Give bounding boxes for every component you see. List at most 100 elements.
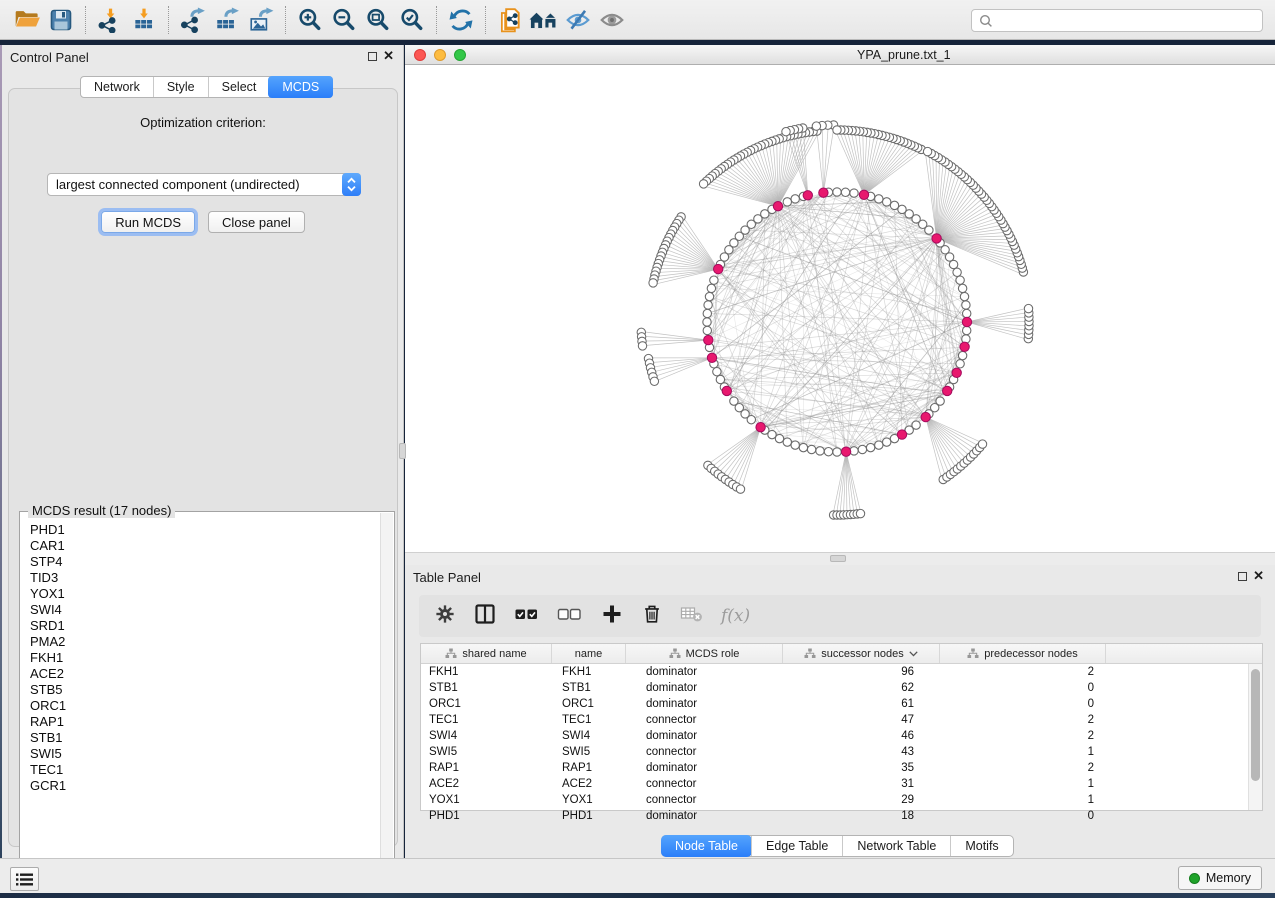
mcds-result-item[interactable]: ACE2	[21, 666, 379, 682]
column-header-mcds-role[interactable]: MCDS role	[626, 644, 783, 663]
mcds-result-item[interactable]: STP4	[21, 554, 379, 570]
zoom-fit-icon	[365, 7, 391, 33]
table-row[interactable]: SWI4SWI4dominator462	[421, 728, 1262, 744]
tab-network-table[interactable]: Network Table	[842, 836, 950, 856]
mcds-result-item[interactable]: STB5	[21, 682, 379, 698]
column-header-shared-name[interactable]: shared name	[421, 644, 552, 663]
table-cell: 0	[940, 808, 1106, 824]
show-panels-list-button[interactable]	[10, 867, 39, 891]
table-row[interactable]: STB1STB1dominator620	[421, 680, 1262, 696]
import-table-icon	[131, 7, 157, 33]
sort-chevron-icon	[909, 651, 918, 657]
mcds-result-item[interactable]: TEC1	[21, 762, 379, 778]
table-scrollbar-thumb[interactable]	[1251, 669, 1260, 781]
float-panel-icon[interactable]	[1238, 572, 1247, 581]
select-all-columns-button[interactable]	[514, 603, 540, 630]
tab-node-table[interactable]: Node Table	[661, 835, 752, 857]
tab-network[interactable]: Network	[81, 77, 153, 97]
import-table-button[interactable]	[127, 4, 161, 36]
mcds-result-item[interactable]: PHD1	[21, 522, 379, 538]
tab-select[interactable]: Select	[208, 77, 270, 97]
hide-graphics-details-button[interactable]	[561, 4, 595, 36]
table-row[interactable]: FKH1FKH1dominator962	[421, 664, 1262, 680]
control-panel: Control Panel ✕ NetworkStyleSelectMCDS O…	[2, 45, 404, 858]
tab-edge-table[interactable]: Edge Table	[751, 836, 842, 856]
function-builder-button-disabled: f(x)	[721, 606, 750, 626]
table-scrollbar[interactable]	[1248, 664, 1262, 810]
table-row[interactable]: PHD1PHD1dominator180	[421, 808, 1262, 824]
node-table-header: shared namenameMCDS rolesuccessor nodesp…	[421, 644, 1262, 664]
main-toolbar	[0, 0, 1275, 40]
tab-mcds[interactable]: MCDS	[268, 76, 333, 98]
mcds-result-item[interactable]: STB1	[21, 730, 379, 746]
save-session-button[interactable]	[44, 4, 78, 36]
eye-slash-icon	[565, 7, 591, 33]
table-row[interactable]: SWI5SWI5connector431	[421, 744, 1262, 760]
tab-motifs[interactable]: Motifs	[950, 836, 1012, 856]
table-row[interactable]: ACE2ACE2connector311	[421, 776, 1262, 792]
column-header-successor-nodes[interactable]: successor nodes	[783, 644, 940, 663]
memory-button[interactable]: Memory	[1178, 866, 1262, 890]
export-table-icon	[214, 7, 240, 33]
maximize-window-icon[interactable]	[454, 49, 466, 61]
run-mcds-button[interactable]: Run MCDS	[101, 211, 195, 233]
table-settings-button[interactable]	[434, 603, 456, 630]
delete-column-button[interactable]	[641, 602, 663, 631]
apply-layout-refresh-button[interactable]	[444, 4, 478, 36]
horizontal-split-handle[interactable]	[830, 555, 846, 562]
mcds-result-scrollbar[interactable]	[380, 513, 393, 882]
network-canvas[interactable]	[405, 65, 1275, 552]
mcds-result-item[interactable]: SWI4	[21, 602, 379, 618]
unchecked-boxes-icon	[557, 603, 583, 625]
search-box[interactable]	[971, 9, 1263, 32]
show-graphics-details-button[interactable]	[595, 4, 629, 36]
open-folder-icon	[14, 7, 41, 32]
deselect-all-columns-button[interactable]	[557, 603, 583, 630]
column-header-name[interactable]: name	[552, 644, 626, 663]
table-cell: RAP1	[552, 760, 626, 776]
export-table-button[interactable]	[210, 4, 244, 36]
table-row[interactable]: YOX1YOX1connector291	[421, 792, 1262, 808]
table-row[interactable]: ORC1ORC1dominator610	[421, 696, 1262, 712]
mcds-result-item[interactable]: YOX1	[21, 586, 379, 602]
table-cell: 0	[940, 680, 1106, 696]
close-panel-icon[interactable]: ✕	[1253, 568, 1264, 584]
import-network-button[interactable]	[93, 4, 127, 36]
close-panel-button[interactable]: Close panel	[208, 211, 305, 233]
mcds-result-item[interactable]: ORC1	[21, 698, 379, 714]
export-network-button[interactable]	[176, 4, 210, 36]
search-input[interactable]	[998, 11, 1262, 30]
mcds-result-item[interactable]: SWI5	[21, 746, 379, 762]
table-row[interactable]: RAP1RAP1dominator352	[421, 760, 1262, 776]
zoom-in-button[interactable]	[293, 4, 327, 36]
home-button[interactable]	[527, 4, 561, 36]
criterion-select[interactable]: largest connected component (undirected)	[47, 173, 361, 196]
zoom-selected-button[interactable]	[395, 4, 429, 36]
tab-style[interactable]: Style	[153, 77, 208, 97]
column-header-predecessor-nodes[interactable]: predecessor nodes	[940, 644, 1106, 663]
export-network-to-web-button[interactable]	[493, 4, 527, 36]
zoom-fit-button[interactable]	[361, 4, 395, 36]
float-panel-icon[interactable]	[368, 52, 377, 61]
add-column-button[interactable]	[600, 602, 624, 631]
attribute-tree-icon	[804, 648, 816, 659]
zoom-out-button[interactable]	[327, 4, 361, 36]
export-image-button[interactable]	[244, 4, 278, 36]
mcds-result-item[interactable]: CAR1	[21, 538, 379, 554]
table-cell: SWI4	[421, 728, 552, 744]
close-panel-icon[interactable]: ✕	[383, 48, 394, 64]
show-column-panes-button[interactable]	[473, 602, 497, 631]
control-panel-tabs: NetworkStyleSelectMCDS	[80, 76, 333, 98]
open-session-button[interactable]	[10, 4, 44, 36]
minimize-window-icon[interactable]	[434, 49, 446, 61]
mcds-result-item[interactable]: RAP1	[21, 714, 379, 730]
table-row[interactable]: TEC1TEC1connector472	[421, 712, 1262, 728]
mcds-result-item[interactable]: SRD1	[21, 618, 379, 634]
close-window-icon[interactable]	[414, 49, 426, 61]
vertical-split-handle[interactable]	[399, 443, 406, 459]
import-network-icon	[97, 7, 123, 33]
mcds-result-item[interactable]: GCR1	[21, 778, 379, 794]
mcds-result-item[interactable]: TID3	[21, 570, 379, 586]
mcds-result-item[interactable]: FKH1	[21, 650, 379, 666]
mcds-result-item[interactable]: PMA2	[21, 634, 379, 650]
